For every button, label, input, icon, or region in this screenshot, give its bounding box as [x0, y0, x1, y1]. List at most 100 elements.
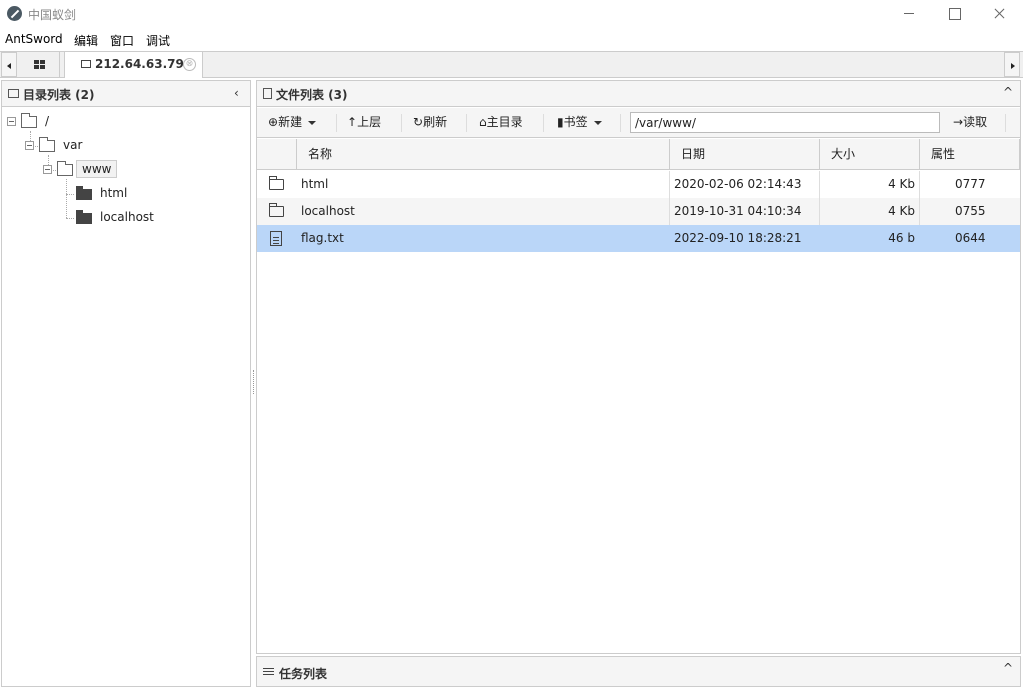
column-header-attributes[interactable]: 属性	[920, 139, 1020, 170]
menu-window[interactable]: 窗口	[110, 32, 134, 49]
tab-label: 212.64.63.79	[95, 57, 184, 71]
cell-divider	[669, 198, 670, 225]
file-panel: 文件列表 (3) ^ ⊕新建 ↑上层 ↻刷新 ⌂主目录 ▮书签 →读取 名称	[256, 80, 1021, 654]
toolbar-divider	[620, 114, 621, 132]
directory-panel-header: 目录列表 (2) ‹	[2, 81, 250, 107]
refresh-button-label: 刷新	[423, 115, 448, 129]
menu-edit[interactable]: 编辑	[74, 32, 98, 49]
bookmark-button[interactable]: ▮书签	[557, 113, 613, 133]
arrow-up-icon: ↑	[347, 115, 358, 129]
tab-bar: 212.64.63.79 ⊗	[0, 51, 1023, 78]
toolbar-divider	[1005, 114, 1006, 132]
collapse-panel-button[interactable]: ^	[1003, 85, 1013, 99]
directory-panel-title: 目录列表 (2)	[23, 88, 95, 102]
new-button[interactable]: ⊕新建	[268, 113, 330, 133]
up-button-label: 上层	[357, 115, 382, 129]
column-header-icon	[257, 139, 297, 170]
chevron-down-icon	[593, 120, 602, 125]
tree-item-html[interactable]: html	[2, 184, 242, 204]
task-panel: 任务列表 ^	[256, 656, 1021, 687]
home-button-label: 主目录	[486, 115, 523, 129]
file-name: localhost	[301, 204, 355, 218]
directory-panel: 目录列表 (2) ‹ / var www html localhost	[1, 80, 251, 687]
toolbar-divider	[336, 114, 337, 132]
tree-item-www[interactable]: www	[2, 160, 242, 180]
menu-debug[interactable]: 调试	[146, 32, 170, 49]
file-size: 4 Kb	[888, 204, 915, 218]
file-date: 2020-02-06 02:14:43	[674, 177, 802, 191]
menu-antsword[interactable]: AntSword	[5, 32, 63, 46]
list-icon	[263, 668, 274, 677]
file-size: 4 Kb	[888, 177, 915, 191]
tab-home[interactable]	[20, 52, 60, 77]
tree-item-localhost[interactable]: localhost	[2, 208, 242, 228]
tree-collapse-icon[interactable]	[7, 117, 16, 126]
collapse-panel-button[interactable]: ‹	[234, 86, 239, 100]
close-window-button[interactable]	[976, 0, 1022, 27]
file-date: 2022-09-10 18:28:21	[674, 231, 802, 245]
column-header-name[interactable]: 名称	[297, 139, 670, 170]
tree-collapse-icon[interactable]	[43, 165, 52, 174]
text-file-icon	[270, 231, 282, 246]
file-permissions: 0755	[955, 204, 986, 218]
column-header-date[interactable]: 日期	[670, 139, 820, 170]
maximize-button[interactable]	[931, 0, 977, 27]
cell-divider	[919, 171, 920, 198]
refresh-icon: ↻	[413, 115, 424, 129]
tab-scroll-right-button[interactable]	[1004, 52, 1020, 77]
tab-scroll-left-button[interactable]	[1, 52, 17, 77]
grid-icon	[34, 60, 45, 69]
tree-item-var[interactable]: var	[2, 136, 242, 156]
document-icon	[263, 88, 272, 99]
tab-close-icon[interactable]: ⊗	[183, 58, 196, 71]
column-header-size[interactable]: 大小	[820, 139, 920, 170]
file-panel-title: 文件列表 (3)	[276, 88, 348, 102]
tree-item-label: www	[76, 160, 118, 178]
folder-icon	[76, 210, 92, 224]
up-button[interactable]: ↑上层	[347, 113, 389, 133]
file-row-localhost[interactable]: localhost 2019-10-31 04:10:34 4 Kb 0755	[257, 198, 1020, 225]
file-permissions: 0644	[955, 231, 986, 245]
tree-item-label: var	[63, 138, 83, 152]
folder-icon	[81, 60, 91, 68]
cell-divider	[669, 171, 670, 198]
tree-item-label: localhost	[100, 210, 154, 224]
menu-bar: AntSword 编辑 窗口 调试	[0, 28, 1023, 50]
read-button[interactable]: →读取	[953, 113, 997, 133]
folder-icon	[269, 203, 284, 217]
expand-panel-button[interactable]: ^	[1003, 661, 1013, 675]
file-name: html	[301, 177, 329, 191]
home-dir-button[interactable]: ⌂主目录	[479, 113, 535, 133]
file-name: flag.txt	[301, 231, 344, 245]
toolbar-divider	[543, 114, 544, 132]
file-toolbar: ⊕新建 ↑上层 ↻刷新 ⌂主目录 ▮书签 →读取	[257, 108, 1020, 138]
file-grid-header: 名称 日期 大小 属性	[257, 139, 1020, 170]
folder-icon	[269, 176, 284, 190]
bookmark-icon: ▮	[557, 115, 564, 129]
arrow-right-icon: →	[953, 115, 964, 129]
toolbar-divider	[466, 114, 467, 132]
tree-item-label: /	[45, 114, 50, 128]
file-row-html[interactable]: html 2020-02-06 02:14:43 4 Kb 0777	[257, 171, 1020, 198]
tree-item-root[interactable]: /	[2, 112, 242, 132]
file-size: 46 b	[888, 231, 915, 245]
chevron-down-icon	[308, 120, 317, 125]
folder-icon	[8, 89, 19, 98]
refresh-button[interactable]: ↻刷新	[413, 113, 455, 133]
toolbar-divider	[401, 114, 402, 132]
antsword-logo-icon	[7, 6, 22, 21]
tree-collapse-icon[interactable]	[25, 141, 34, 150]
folder-open-icon	[57, 161, 73, 176]
file-date: 2019-10-31 04:10:34	[674, 204, 802, 218]
tree-item-label: html	[100, 186, 128, 200]
minimize-button[interactable]	[886, 0, 932, 27]
file-panel-header: 文件列表 (3) ^	[257, 81, 1020, 107]
task-panel-title: 任务列表	[279, 667, 328, 681]
file-row-flag-txt[interactable]: flag.txt 2022-09-10 18:28:21 46 b 0644	[257, 225, 1020, 252]
title-bar: 中国蚁剑	[0, 0, 1023, 27]
read-button-label: 读取	[963, 115, 988, 129]
plus-circle-icon: ⊕	[268, 115, 279, 129]
window-title: 中国蚁剑	[28, 8, 77, 22]
tab-shell-session[interactable]: 212.64.63.79 ⊗	[64, 52, 203, 78]
path-input[interactable]	[630, 112, 940, 133]
